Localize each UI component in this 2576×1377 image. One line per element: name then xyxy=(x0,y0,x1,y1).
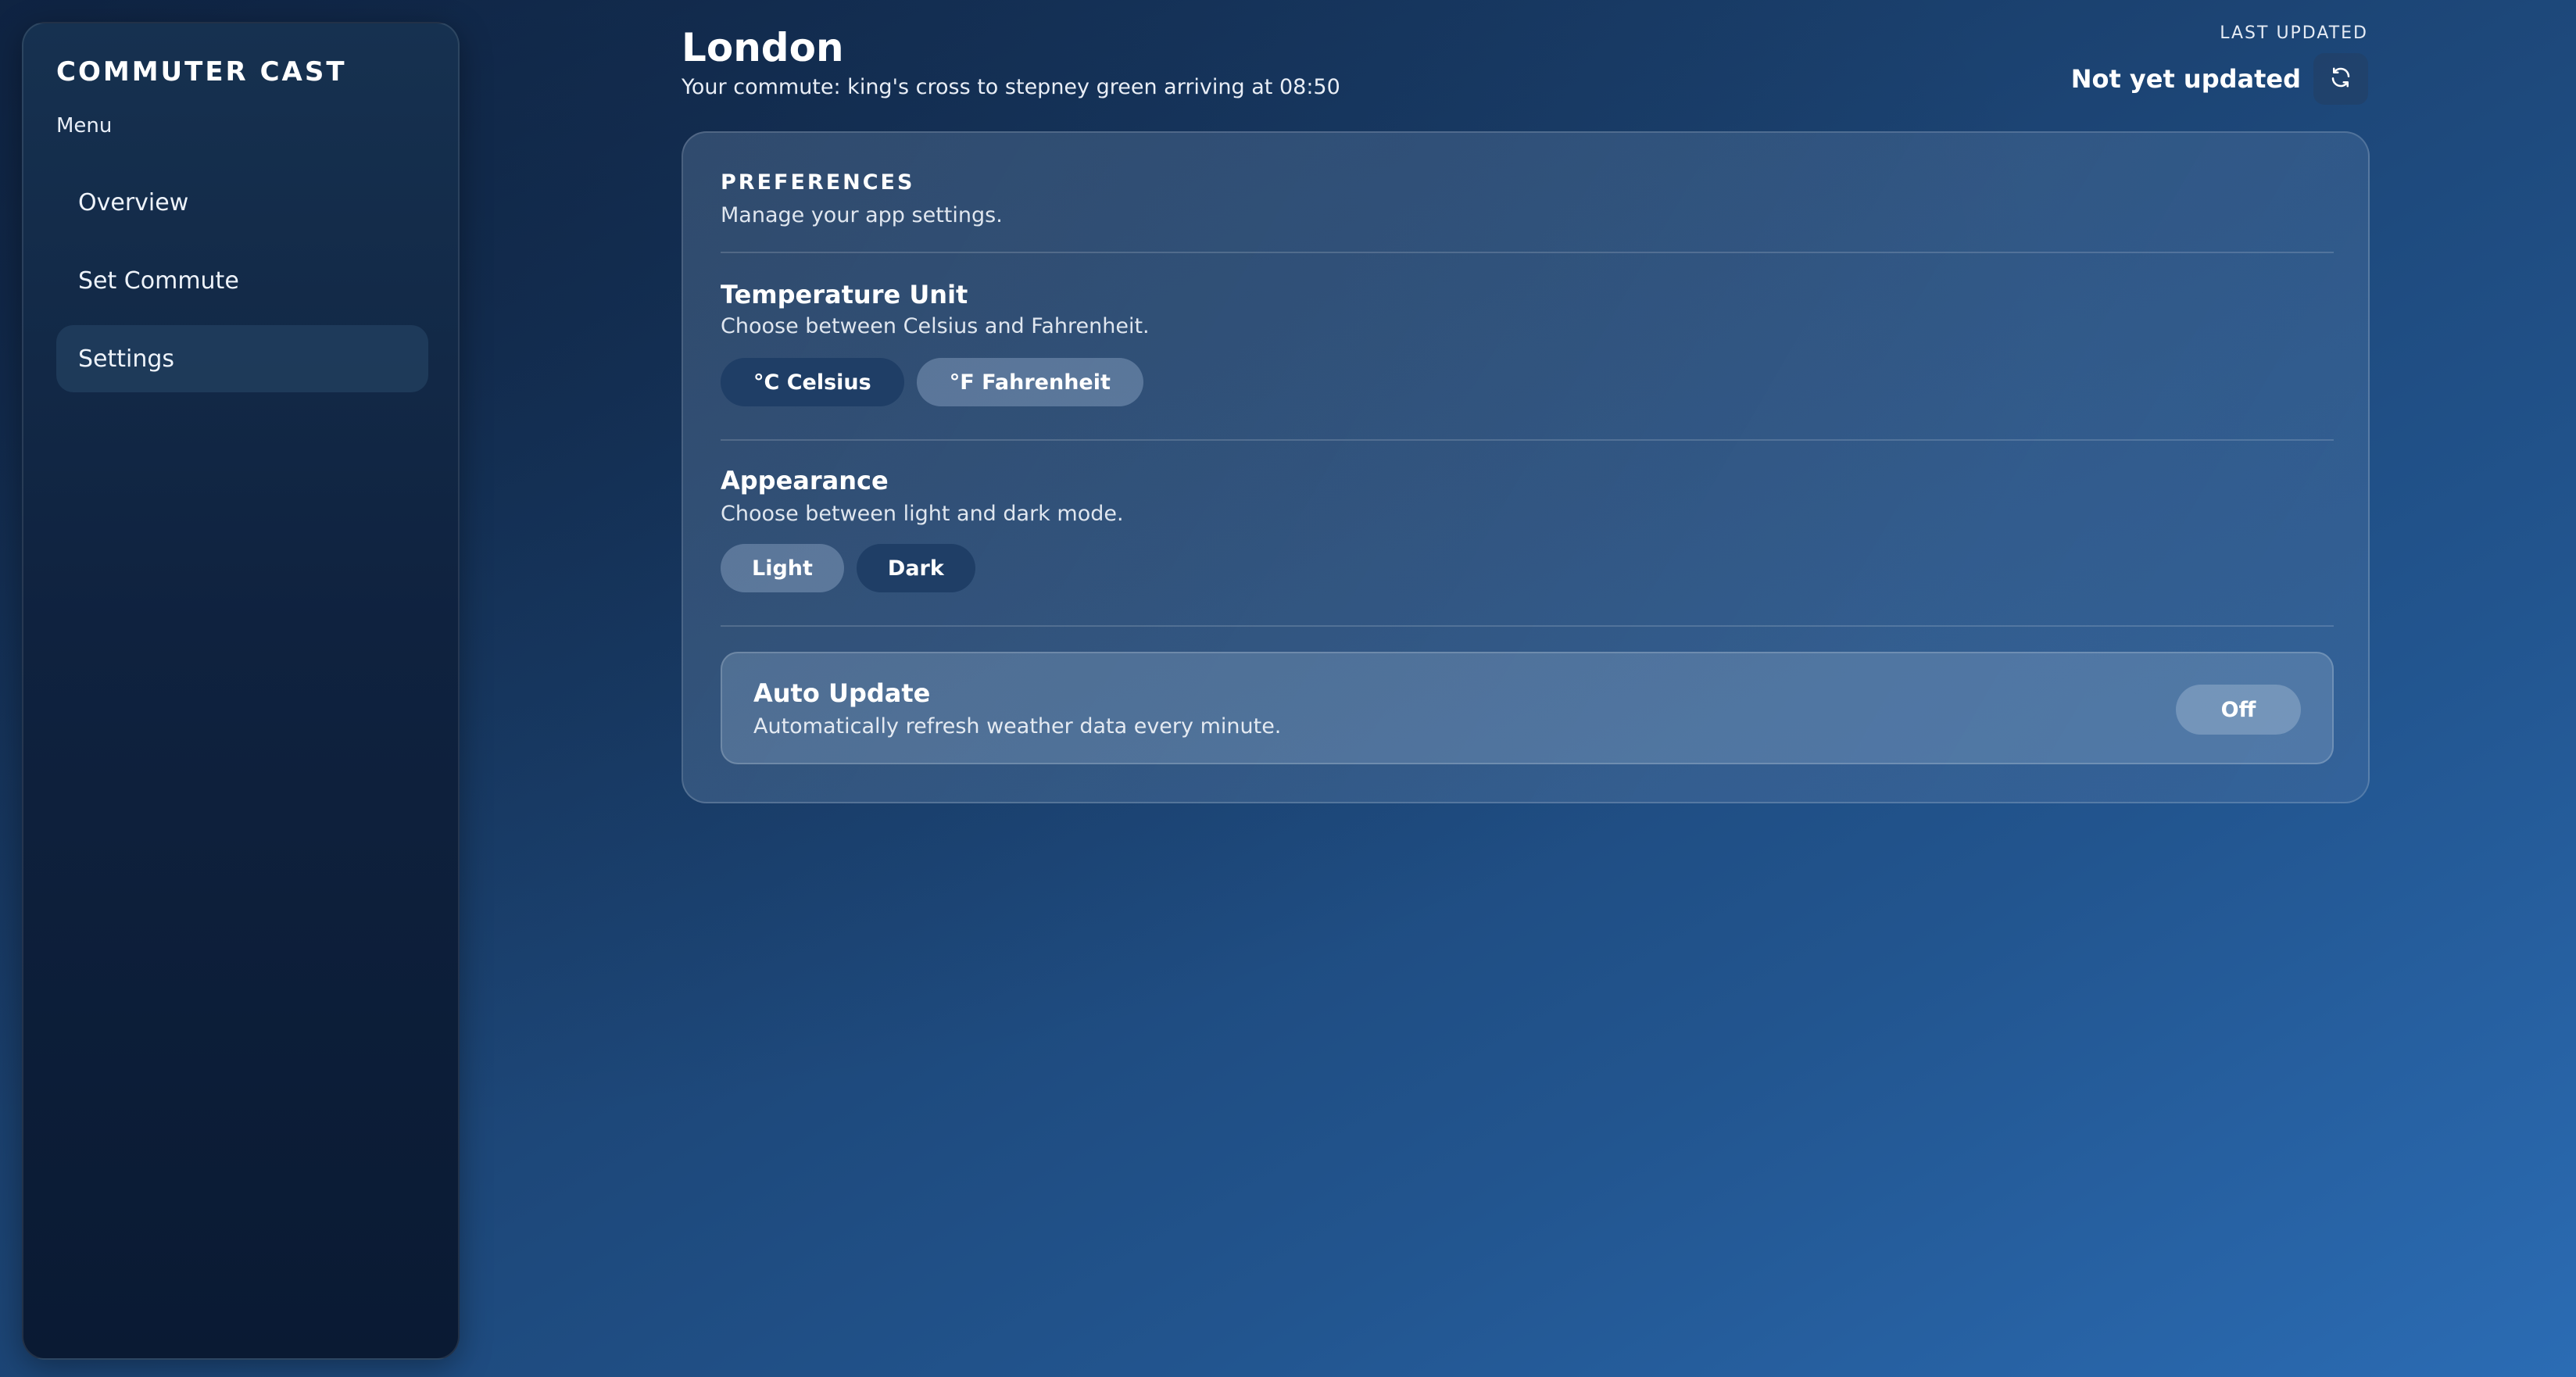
sidebar: COMMUTER CAST Menu Overview Set Commute … xyxy=(22,22,460,1360)
appearance-options: Light Dark xyxy=(721,544,975,592)
preferences-subtitle: Manage your app settings. xyxy=(721,203,1003,227)
temperature-unit-options: °C Celsius °F Fahrenheit xyxy=(721,358,1143,406)
appearance-description: Choose between light and dark mode. xyxy=(721,502,1124,526)
page-title: London xyxy=(682,25,844,70)
refresh-button[interactable] xyxy=(2313,53,2368,105)
sidebar-item-set-commute[interactable]: Set Commute xyxy=(56,247,428,314)
preferences-card: PREFERENCES Manage your app settings. Te… xyxy=(682,131,2370,803)
sidebar-nav: Overview Set Commute Settings xyxy=(56,169,428,403)
auto-update-toggle[interactable]: Off xyxy=(2176,685,2301,735)
dark-mode-button[interactable]: Dark xyxy=(856,544,975,592)
sidebar-item-settings[interactable]: Settings xyxy=(56,325,428,392)
last-updated-label: LAST UPDATED xyxy=(2220,23,2368,43)
divider xyxy=(721,439,2334,441)
refresh-icon xyxy=(2329,66,2352,92)
sidebar-item-overview[interactable]: Overview xyxy=(56,169,428,236)
light-mode-button[interactable]: Light xyxy=(721,544,844,592)
divider xyxy=(721,625,2334,627)
auto-update-panel: Auto Update Automatically refresh weathe… xyxy=(721,652,2334,764)
temperature-unit-title: Temperature Unit xyxy=(721,280,968,309)
app-brand: COMMUTER CAST xyxy=(56,56,347,88)
last-updated-value: Not yet updated xyxy=(2070,64,2301,94)
fahrenheit-button[interactable]: °F Fahrenheit xyxy=(916,358,1143,406)
preferences-title: PREFERENCES xyxy=(721,170,915,195)
commute-summary: Your commute: king's cross to stepney gr… xyxy=(682,75,1340,99)
auto-update-title: Auto Update xyxy=(753,678,931,708)
temperature-unit-description: Choose between Celsius and Fahrenheit. xyxy=(721,314,1150,338)
menu-label: Menu xyxy=(56,114,113,138)
auto-update-description: Automatically refresh weather data every… xyxy=(753,714,1282,739)
appearance-title: Appearance xyxy=(721,466,889,495)
celsius-button[interactable]: °C Celsius xyxy=(721,358,904,406)
divider xyxy=(721,252,2334,253)
